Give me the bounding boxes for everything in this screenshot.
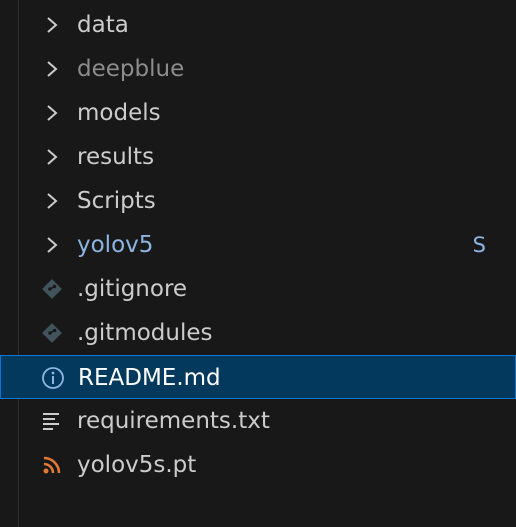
tree-item-folder-scripts[interactable]: Scripts	[0, 179, 516, 223]
tree-item-folder-results[interactable]: results	[0, 135, 516, 179]
info-icon	[39, 356, 67, 400]
tree-item-file-gitmodules[interactable]: .gitmodules	[0, 311, 516, 355]
chevron-right-icon[interactable]	[38, 47, 66, 91]
chevron-right-icon[interactable]	[38, 3, 66, 47]
tree-item-label: .gitmodules	[77, 320, 213, 346]
rss-feed-icon	[38, 443, 66, 487]
tree-item-file-yolov5s-pt[interactable]: yolov5s.pt	[0, 443, 516, 487]
git-diamond-icon	[38, 267, 66, 311]
tree-item-label: .gitignore	[77, 276, 188, 302]
tree-item-label: results	[77, 144, 155, 170]
tree-item-file-requirements[interactable]: requirements.txt	[0, 399, 516, 443]
tree-item-folder-yolov5[interactable]: yolov5 S	[0, 223, 516, 267]
tree-item-label: Scripts	[77, 188, 156, 214]
tree-item-label: models	[77, 100, 161, 126]
submodule-status-badge: S	[472, 233, 486, 257]
tree-item-label: yolov5	[77, 232, 154, 258]
file-explorer-tree: data deepblue models results Scripts yol…	[0, 0, 516, 527]
tree-item-file-gitignore[interactable]: .gitignore	[0, 267, 516, 311]
text-lines-icon	[38, 399, 66, 443]
chevron-right-icon[interactable]	[38, 179, 66, 223]
tree-item-label: yolov5s.pt	[77, 452, 197, 478]
tree-item-file-readme[interactable]: README.md	[0, 355, 516, 399]
tree-item-folder-data[interactable]: data	[0, 3, 516, 47]
tree-item-label: README.md	[78, 365, 221, 391]
chevron-right-icon[interactable]	[38, 135, 66, 179]
tree-item-label: deepblue	[77, 56, 185, 82]
tree-item-label: data	[77, 12, 129, 38]
tree-item-folder-models[interactable]: models	[0, 91, 516, 135]
tree-item-folder-deepblue[interactable]: deepblue	[0, 47, 516, 91]
chevron-right-icon[interactable]	[38, 223, 66, 267]
git-diamond-icon	[38, 311, 66, 355]
chevron-right-icon[interactable]	[38, 91, 66, 135]
tree-item-label: requirements.txt	[77, 408, 270, 434]
